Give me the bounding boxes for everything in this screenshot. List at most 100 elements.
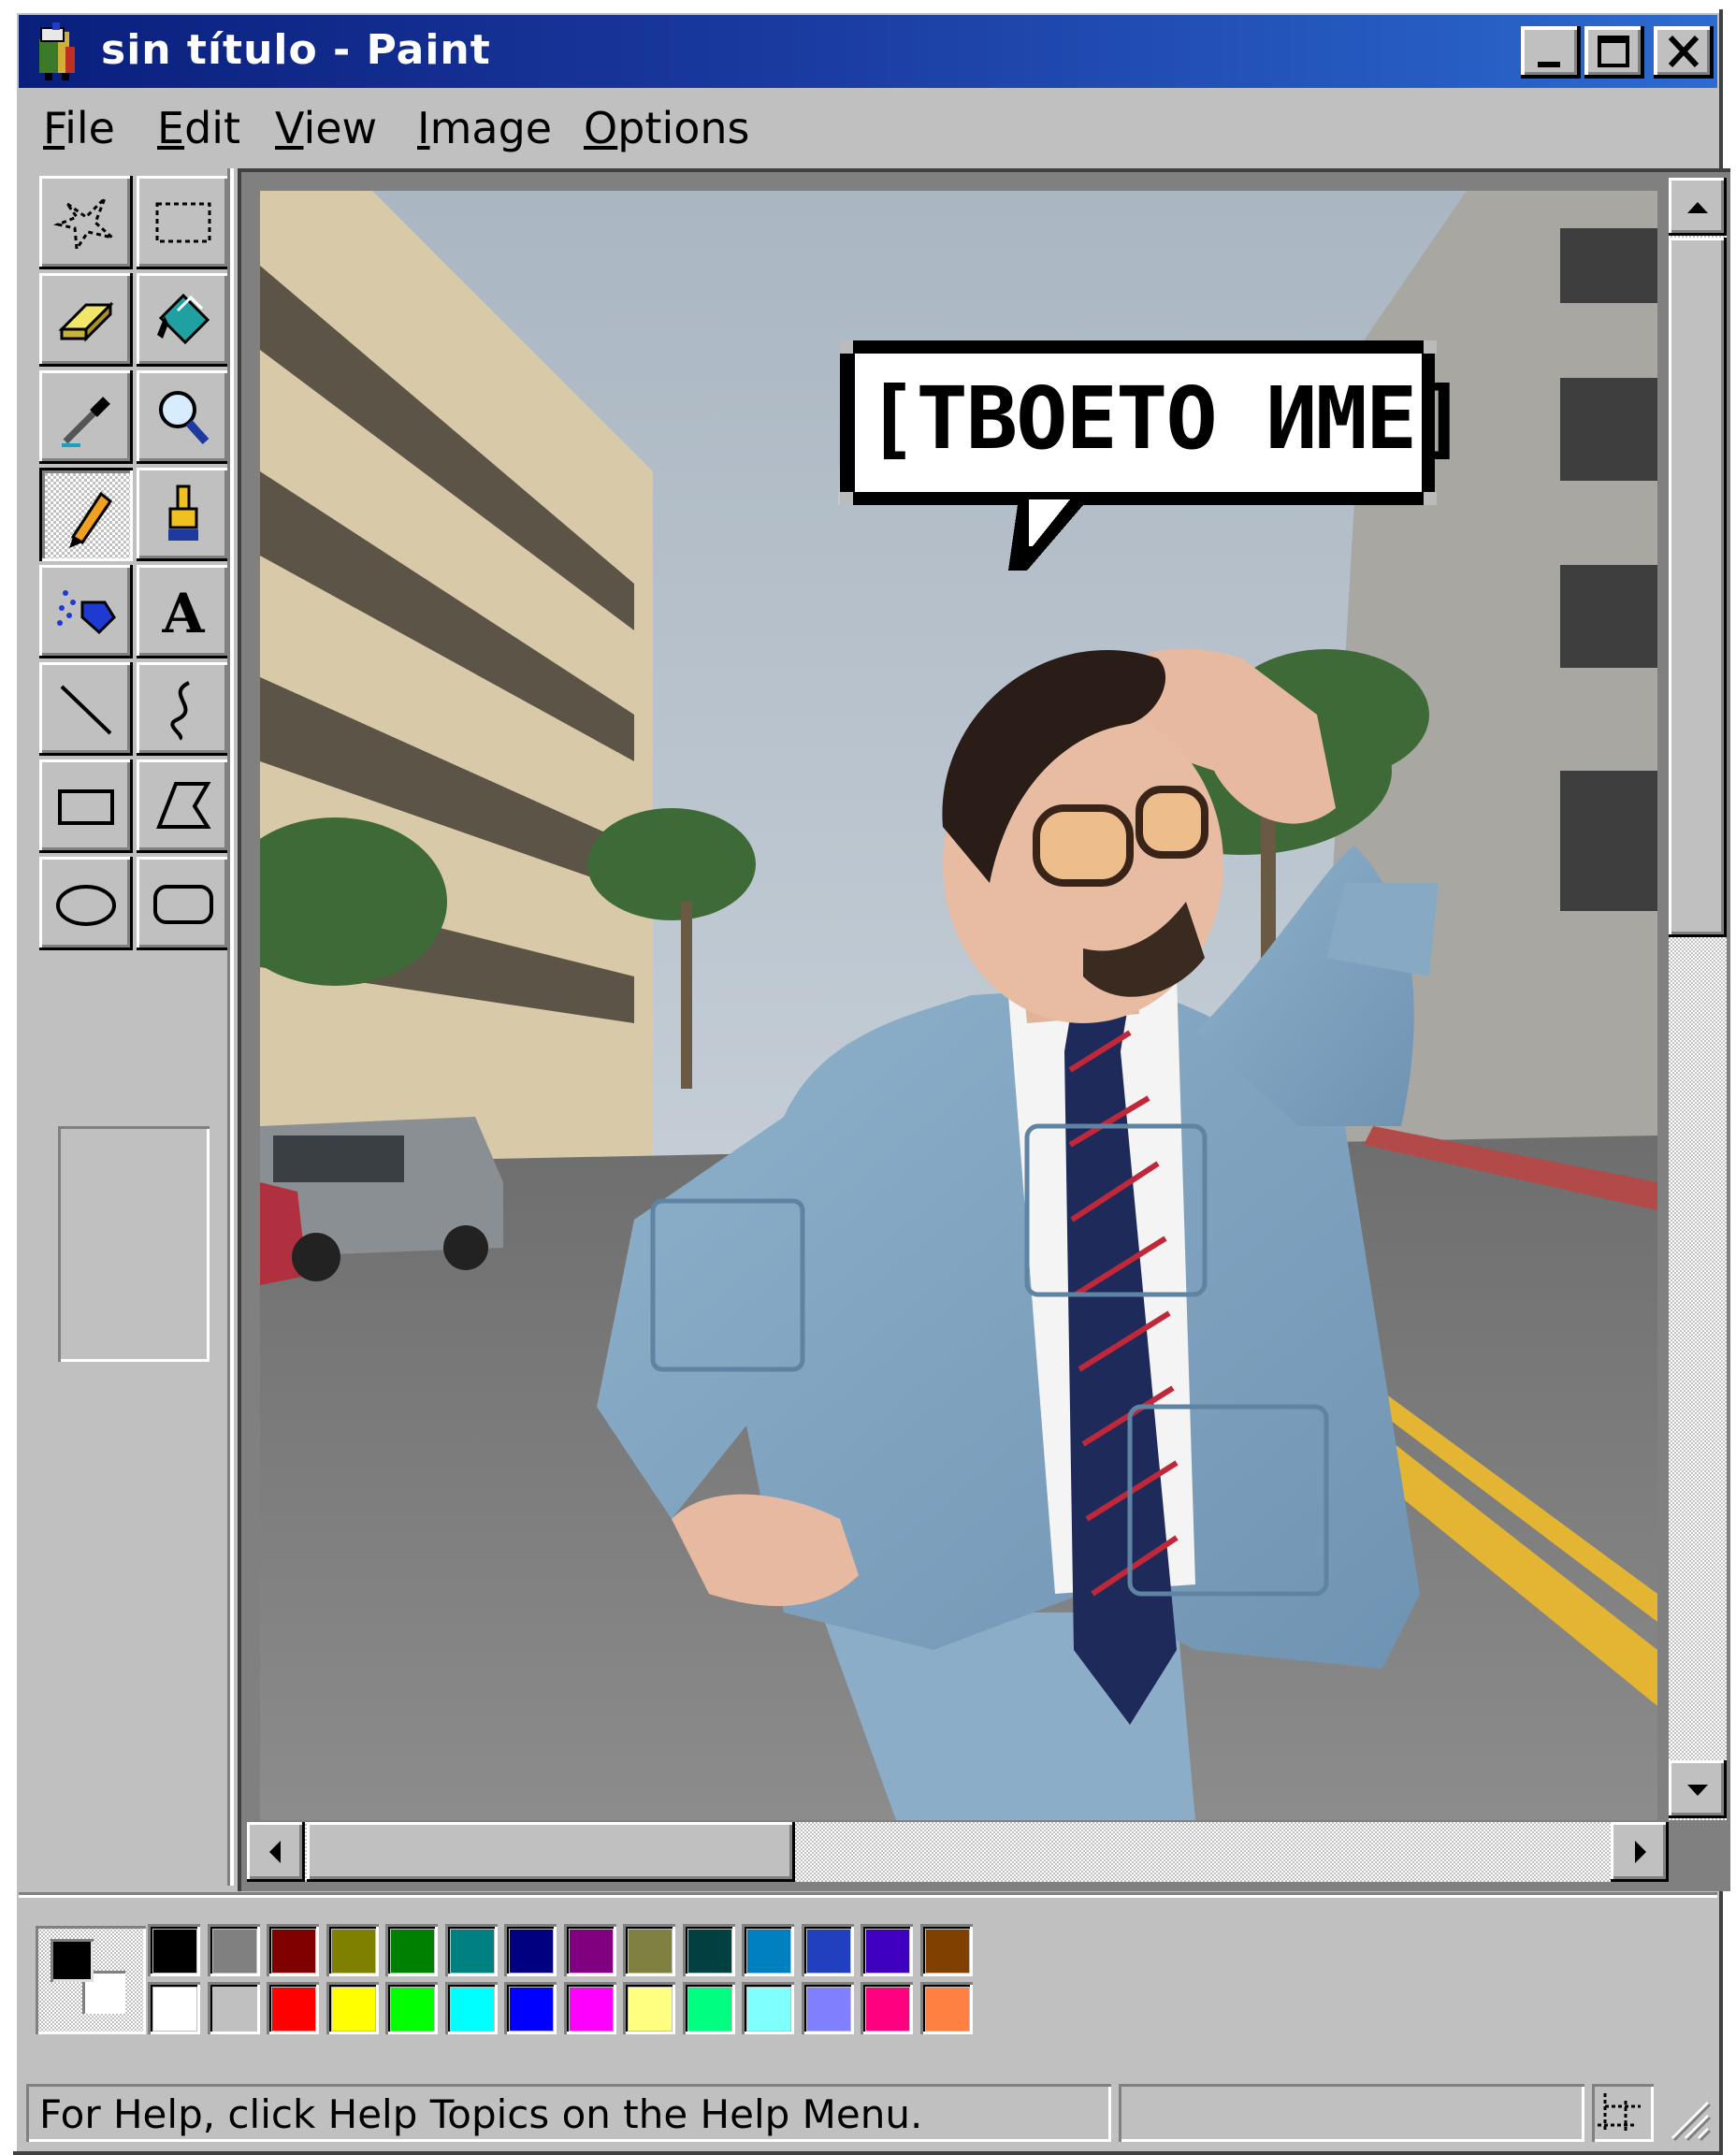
tool-fill[interactable] [137, 273, 230, 367]
color-swatch[interactable] [564, 1982, 616, 2034]
color-swatch[interactable] [385, 1924, 438, 1976]
brush-icon [168, 485, 198, 541]
status-size-cell [1592, 2084, 1654, 2142]
close-icon [1668, 35, 1700, 68]
svg-text:A: A [161, 582, 205, 645]
tool-color-picker[interactable] [39, 370, 133, 464]
tool-text[interactable]: A [137, 565, 230, 658]
menu-edit[interactable]: Edit [157, 103, 240, 153]
color-swatch[interactable] [920, 1982, 973, 2034]
status-help-text: For Help, click Help Topics on the Help … [39, 2091, 923, 2137]
resize-grip-icon[interactable] [1661, 2091, 1714, 2144]
canvas-image[interactable]: [ТВОЕТО ИМЕ] [260, 191, 1657, 1820]
menu-image[interactable]: Image [417, 103, 552, 153]
horizontal-scrollbar[interactable] [247, 1822, 1669, 1882]
tool-curve[interactable] [137, 662, 230, 756]
scroll-right-button[interactable] [1611, 1822, 1669, 1882]
status-help-cell: For Help, click Help Topics on the Help … [26, 2084, 1111, 2142]
color-swatch[interactable] [683, 1982, 735, 2034]
paint-window: sin título - Paint File Edit View Image … [13, 9, 1730, 2155]
maximize-button[interactable] [1584, 26, 1644, 79]
scroll-up-button[interactable] [1669, 178, 1727, 236]
horizontal-scroll-thumb[interactable] [307, 1822, 795, 1882]
paint-app-icon [32, 22, 86, 80]
color-swatch[interactable] [445, 1924, 498, 1976]
tool-eraser[interactable] [39, 273, 133, 367]
scroll-left-button[interactable] [247, 1822, 305, 1882]
arrow-down-icon [1687, 1785, 1708, 1796]
color-swatch[interactable] [504, 1924, 557, 1976]
vertical-scrollbar[interactable] [1669, 178, 1727, 1820]
color-picker-icon [62, 397, 110, 447]
close-button[interactable] [1654, 26, 1714, 79]
magnifier-icon [159, 391, 210, 445]
arrow-right-icon [1635, 1841, 1646, 1863]
selection-size-icon [1598, 2093, 1641, 2133]
color-swatch[interactable] [267, 1982, 319, 2034]
color-swatch[interactable] [742, 1982, 794, 2034]
fill-bucket-icon [157, 293, 210, 345]
arrow-left-icon [269, 1841, 281, 1863]
speech-bubble-text: [ТВОЕТО ИМЕ] [866, 369, 1468, 469]
eraser-icon [58, 301, 114, 342]
color-swatch[interactable] [683, 1924, 735, 1976]
status-coords-cell [1119, 2084, 1584, 2142]
color-swatch[interactable] [148, 1982, 200, 2034]
menu-options[interactable]: Options [584, 103, 750, 153]
color-swatch[interactable] [208, 1982, 260, 2034]
tool-line[interactable] [39, 662, 133, 756]
color-swatch[interactable] [208, 1924, 260, 1976]
current-colors[interactable] [36, 1926, 146, 2034]
color-swatch[interactable] [267, 1924, 319, 1976]
tool-rounded-rectangle[interactable] [137, 857, 230, 950]
color-box [19, 1895, 1717, 2075]
color-swatch[interactable] [920, 1924, 973, 1976]
menu-view[interactable]: View [275, 103, 377, 153]
tool-options-box[interactable] [58, 1126, 210, 1362]
color-swatch[interactable] [742, 1924, 794, 1976]
text-icon: A [161, 582, 205, 645]
scroll-down-button[interactable] [1669, 1760, 1727, 1818]
line-icon [60, 685, 112, 735]
tool-rectangle-select[interactable] [137, 176, 230, 269]
minimize-button[interactable] [1521, 26, 1581, 79]
color-swatch[interactable] [861, 1982, 913, 2034]
maximize-icon [1598, 36, 1629, 67]
color-swatch[interactable] [385, 1982, 438, 2034]
color-swatch[interactable] [802, 1982, 854, 2034]
color-swatch[interactable] [148, 1924, 200, 1976]
toolbox-divider [230, 168, 234, 1886]
color-swatch[interactable] [623, 1982, 675, 2034]
tool-free-form-select[interactable] [39, 176, 133, 269]
curve-icon [170, 681, 190, 741]
color-swatch[interactable] [326, 1924, 379, 1976]
toolbox: A [26, 168, 241, 1889]
menu-bar: File Edit View Image Options [19, 94, 1717, 168]
color-swatch[interactable] [326, 1982, 379, 2034]
arrow-up-icon [1687, 202, 1708, 213]
color-swatch[interactable] [564, 1924, 616, 1976]
pencil-icon [69, 491, 113, 548]
airbrush-icon [57, 590, 116, 635]
tool-ellipse[interactable] [39, 857, 133, 950]
tool-airbrush[interactable] [39, 565, 133, 658]
tool-pencil[interactable] [39, 468, 133, 561]
rounded-rectangle-icon [153, 885, 213, 924]
ellipse-icon [56, 885, 116, 926]
tool-rectangle[interactable] [39, 759, 133, 853]
vertical-scroll-thumb[interactable] [1669, 238, 1727, 937]
title-bar[interactable]: sin título - Paint [19, 15, 1717, 88]
color-swatch[interactable] [445, 1982, 498, 2034]
menu-file[interactable]: File [43, 103, 115, 153]
tool-brush[interactable] [137, 468, 230, 561]
color-swatch[interactable] [802, 1924, 854, 1976]
foreground-color[interactable] [51, 1939, 94, 1982]
color-swatch[interactable] [504, 1982, 557, 2034]
color-swatch[interactable] [623, 1924, 675, 1976]
polygon-icon [156, 782, 211, 829]
tool-polygon[interactable] [137, 759, 230, 853]
color-swatch[interactable] [861, 1924, 913, 1976]
minimize-icon [1538, 62, 1560, 67]
rectangle-select-icon [155, 202, 211, 243]
tool-magnifier[interactable] [137, 370, 230, 464]
